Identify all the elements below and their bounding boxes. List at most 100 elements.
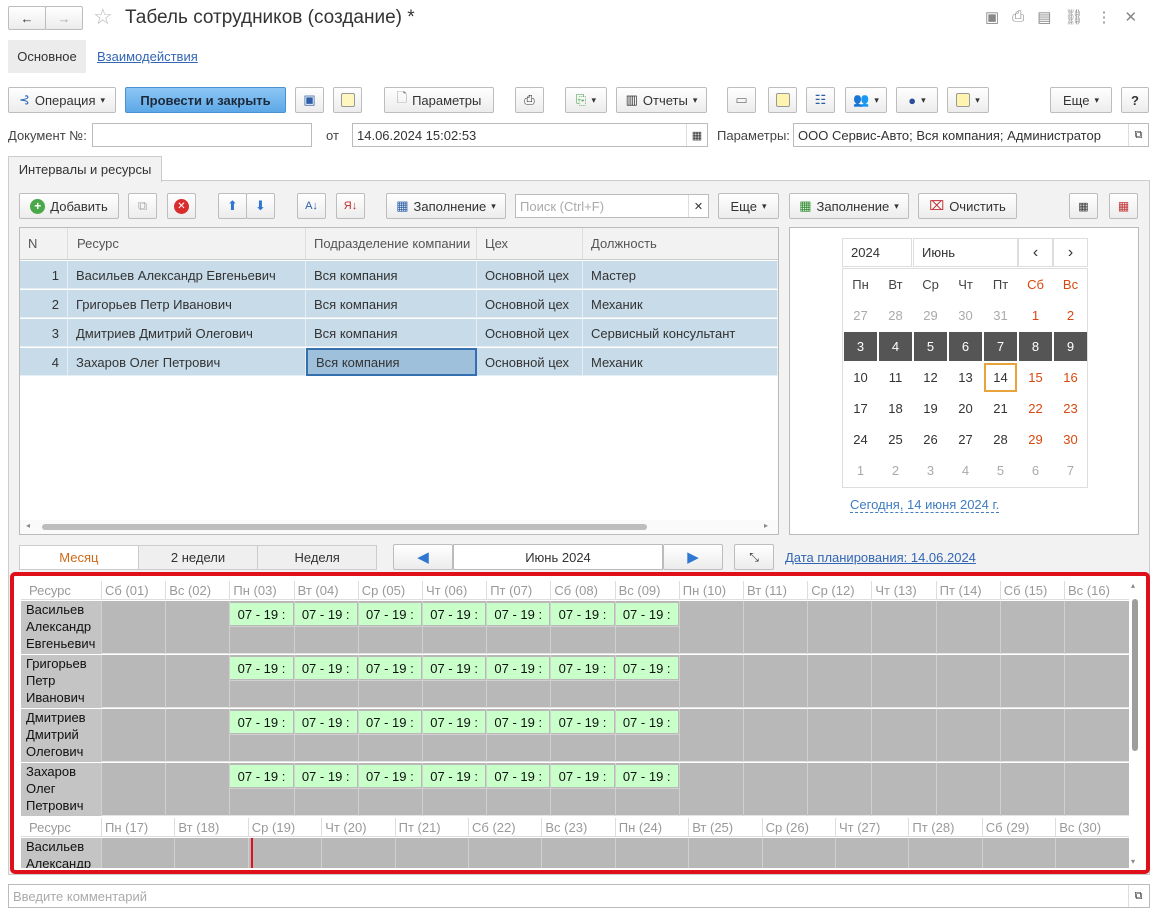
link-icon[interactable]: ⛓ — [1064, 8, 1083, 26]
tool-button-2[interactable] — [768, 87, 797, 113]
schedule-cell[interactable] — [614, 838, 688, 868]
calendar-day[interactable]: 16 — [1054, 363, 1087, 392]
calendar-day[interactable]: 29 — [914, 301, 947, 330]
calendar-day[interactable]: 28 — [984, 425, 1017, 454]
day-header[interactable]: Сб (29) — [981, 818, 1055, 837]
day-header[interactable]: Ср (05) — [357, 581, 422, 600]
schedule-cell[interactable] — [678, 601, 743, 654]
move-up-button[interactable]: ⬆ — [218, 193, 247, 219]
day-header[interactable]: Ср (26) — [761, 818, 835, 837]
fill-button[interactable]: ▦ Заполнение ▾ — [386, 193, 506, 219]
schedule-cell[interactable] — [871, 655, 935, 708]
shift-block[interactable]: 07 - 19 : — [551, 657, 614, 679]
shift-block[interactable]: 07 - 19 : — [615, 657, 678, 679]
day-header[interactable]: Чт (13) — [871, 581, 935, 600]
calendar-day[interactable]: 14 — [984, 363, 1017, 392]
next-month-button[interactable]: › — [1053, 238, 1088, 267]
day-header[interactable]: Вс (23) — [541, 818, 614, 837]
discussion-button[interactable]: ● ▾ — [896, 87, 938, 113]
day-header[interactable]: Пт (14) — [935, 581, 1000, 600]
schedule-cell[interactable] — [761, 838, 835, 868]
sort-asc-button[interactable]: A↓ — [297, 193, 326, 219]
schedule-scrollbar-thumb[interactable] — [1132, 599, 1138, 751]
schedule-cell[interactable] — [1064, 655, 1128, 708]
calendar-day[interactable]: 30 — [949, 301, 982, 330]
schedule-cell[interactable] — [999, 709, 1064, 762]
next-period-button[interactable]: ▶ — [663, 544, 723, 570]
calendar-day[interactable]: 11 — [879, 363, 912, 392]
shift-block[interactable]: 07 - 19 : — [551, 765, 614, 787]
day-header[interactable]: Чт (20) — [321, 818, 394, 837]
schedule-cell[interactable] — [174, 838, 247, 868]
schedule-cell[interactable] — [247, 838, 321, 868]
calendar-day[interactable]: 26 — [914, 425, 947, 454]
copy-button[interactable]: ⧉ — [128, 193, 157, 219]
create-based-button[interactable]: ⎘ ▾ — [565, 87, 607, 113]
schedule-cell[interactable] — [165, 655, 229, 708]
calendar-day[interactable]: 6 — [1019, 456, 1052, 485]
reports-button[interactable]: ▥ Отчеты ▾ — [616, 87, 707, 113]
schedule-cell[interactable] — [743, 709, 807, 762]
schedule-cell[interactable] — [1064, 709, 1128, 762]
schedule-cell[interactable] — [101, 655, 165, 708]
users-button[interactable]: 👥 ▾ — [845, 87, 887, 113]
table-more-button[interactable]: Еще ▾ — [718, 193, 779, 219]
day-header[interactable]: Ср (12) — [807, 581, 871, 600]
forward-button[interactable]: → — [45, 6, 83, 30]
day-header[interactable]: Сб (08) — [550, 581, 614, 600]
shift-block[interactable]: 07 - 19 : — [615, 711, 678, 733]
calendar-day[interactable]: 22 — [1019, 394, 1052, 423]
schedule-cell[interactable] — [835, 838, 908, 868]
post-button[interactable] — [333, 87, 362, 113]
schedule-cell[interactable] — [807, 601, 871, 654]
calendar-day[interactable]: 5 — [914, 332, 947, 361]
schedule-cell[interactable] — [999, 763, 1064, 816]
shift-block[interactable]: 07 - 19 : — [358, 711, 421, 733]
more-button[interactable]: Еще ▾ — [1050, 87, 1112, 113]
shift-block[interactable]: 07 - 19 : — [487, 765, 550, 787]
tool-button-1[interactable]: ▭ — [727, 87, 756, 113]
schedule-cell[interactable] — [935, 655, 1000, 708]
calendar-clear-button[interactable]: ▦ — [1109, 193, 1138, 219]
col-n[interactable]: N — [20, 228, 68, 259]
comment-input[interactable]: Введите комментарий — [8, 884, 1150, 908]
shift-block[interactable]: 07 - 19 : — [551, 711, 614, 733]
day-header[interactable]: Пн (24) — [614, 818, 688, 837]
schedule-cell[interactable] — [678, 763, 743, 816]
tab-intervals-resources[interactable]: Интервалы и ресурсы — [8, 156, 162, 182]
print-icon[interactable]: ⎙ — [1012, 8, 1024, 26]
schedule-cell[interactable] — [999, 655, 1064, 708]
calendar-day[interactable]: 25 — [879, 425, 912, 454]
prev-month-button[interactable]: ‹ — [1018, 238, 1053, 267]
schedule-cell[interactable] — [394, 838, 468, 868]
period-month-button[interactable]: Месяц — [20, 546, 139, 569]
calendar-day[interactable]: 24 — [844, 425, 877, 454]
calendar-day[interactable]: 7 — [984, 332, 1017, 361]
tab-interactions[interactable]: Взаимодействия — [97, 49, 198, 64]
add-button[interactable]: + Добавить — [19, 193, 119, 219]
col-position[interactable]: Должность — [583, 228, 778, 259]
schedule-cell[interactable] — [468, 838, 541, 868]
calendar-day[interactable]: 3 — [844, 332, 877, 361]
schedule-cell[interactable] — [101, 601, 165, 654]
calendar-day[interactable]: 1 — [1019, 301, 1052, 330]
move-down-button[interactable]: ⬇ — [246, 193, 275, 219]
schedule-cell[interactable] — [807, 709, 871, 762]
schedule-cell[interactable] — [743, 601, 807, 654]
period-2weeks-button[interactable]: 2 недели — [138, 546, 259, 569]
shift-block[interactable]: 07 - 19 : — [294, 657, 357, 679]
shift-block[interactable]: 07 - 19 : — [423, 765, 486, 787]
col-department[interactable]: Подразделение компании — [306, 228, 477, 259]
schedule-cell[interactable] — [541, 838, 614, 868]
calendar-day[interactable]: 5 — [984, 456, 1017, 485]
schedule-cell[interactable] — [807, 655, 871, 708]
calendar-day[interactable]: 4 — [949, 456, 982, 485]
calendar-day[interactable]: 6 — [949, 332, 982, 361]
tab-main[interactable]: Основное — [8, 40, 86, 73]
day-header[interactable]: Пт (07) — [486, 581, 550, 600]
schedule-cell[interactable] — [678, 709, 743, 762]
schedule-cell[interactable] — [165, 709, 229, 762]
schedule-cell[interactable] — [165, 601, 229, 654]
calendar-day[interactable]: 19 — [914, 394, 947, 423]
save-icon[interactable]: ▣ — [985, 8, 999, 26]
